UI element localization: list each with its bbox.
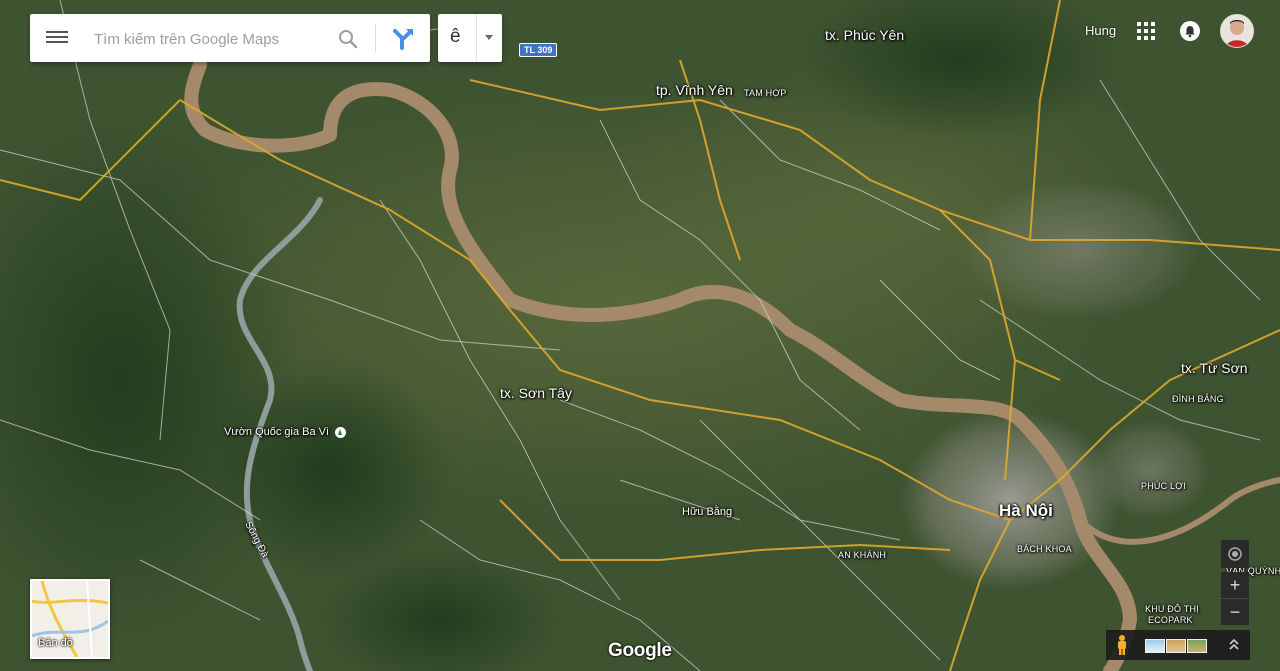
- place-label-vinh-yen[interactable]: tp. Vĩnh Yên: [656, 82, 733, 98]
- place-label-phuc-yen[interactable]: tx. Phúc Yên: [825, 27, 904, 43]
- input-tool-divider: [476, 14, 477, 62]
- park-icon: [335, 426, 347, 438]
- layer-switcher[interactable]: Bản đồ: [30, 579, 110, 659]
- imagery-thumbnail-3[interactable]: [1187, 639, 1207, 653]
- my-location-icon[interactable]: [1221, 540, 1249, 568]
- apps-grid-icon[interactable]: [1137, 22, 1155, 40]
- place-label-tu-son[interactable]: tx. Từ Sơn: [1181, 360, 1248, 376]
- search-divider: [375, 24, 376, 52]
- place-label-dinh-bang[interactable]: ĐÌNH BẢNG: [1172, 394, 1224, 404]
- place-label-ba-vi[interactable]: Vườn Quốc gia Ba Vì: [224, 426, 347, 438]
- place-label-ecopark-line1[interactable]: KHU ĐÔ THỊ: [1145, 604, 1199, 614]
- place-label-huu-bang[interactable]: Hữu Bằng: [682, 506, 732, 518]
- chevron-up-icon[interactable]: [1226, 636, 1242, 652]
- directions-icon[interactable]: [390, 26, 416, 52]
- place-label-phuc-loi[interactable]: PHÚC LỢI: [1141, 481, 1186, 491]
- zoom-in-button[interactable]: +: [1221, 572, 1249, 598]
- place-label-son-tay[interactable]: tx. Sơn Tây: [500, 385, 572, 401]
- place-label-bach-khoa[interactable]: BÁCH KHOA: [1017, 544, 1072, 554]
- menu-icon[interactable]: [46, 28, 68, 48]
- input-tool-box: ê: [438, 14, 502, 62]
- hanoi-urban-area: [900, 410, 1120, 590]
- layer-switcher-label: Bản đồ: [38, 637, 73, 649]
- imagery-thumbnail-2[interactable]: [1166, 639, 1186, 653]
- place-label-tam-hop[interactable]: TAM HỢP: [744, 88, 786, 98]
- search-box: [30, 14, 430, 62]
- place-label-ha-noi[interactable]: Hà Nội: [999, 501, 1053, 521]
- imagery-thumbnail-1[interactable]: [1145, 639, 1165, 653]
- zoom-out-button[interactable]: −: [1221, 599, 1249, 625]
- satellite-map[interactable]: [0, 0, 1280, 671]
- bell-icon[interactable]: [1180, 21, 1200, 41]
- search-input[interactable]: [92, 26, 326, 52]
- road-shield-tl309: TL 309: [519, 43, 558, 57]
- input-tool-button[interactable]: ê: [450, 26, 461, 48]
- chevron-down-icon[interactable]: [485, 35, 493, 40]
- google-logo: Google: [608, 640, 672, 661]
- pegman-icon[interactable]: [1114, 634, 1130, 656]
- place-label-an-khanh[interactable]: AN KHÁNH: [838, 550, 886, 560]
- account-name[interactable]: Hung: [1085, 23, 1116, 38]
- avatar[interactable]: [1220, 14, 1254, 48]
- place-label-ecopark-line2[interactable]: ECOPARK: [1148, 615, 1193, 625]
- search-icon[interactable]: [336, 27, 360, 51]
- ba-vi-text: Vườn Quốc gia Ba Vì: [224, 426, 330, 438]
